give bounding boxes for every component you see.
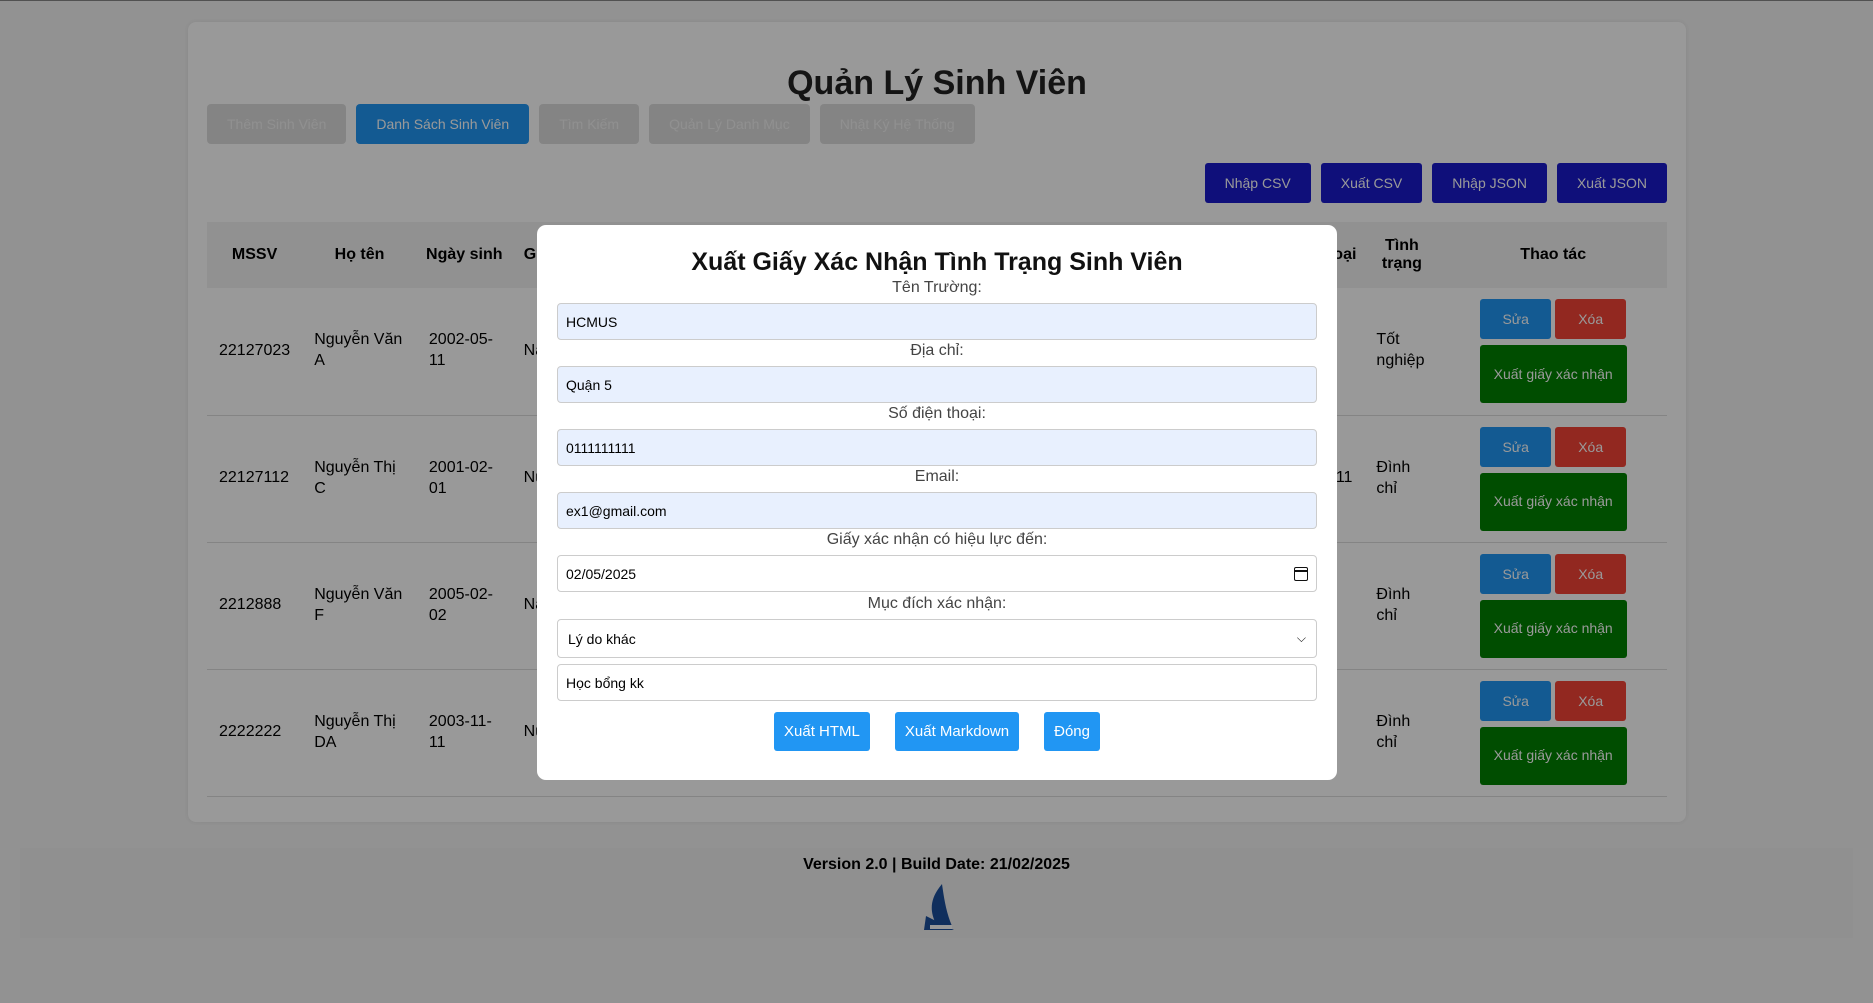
valid-until-date-input[interactable]: 02/05/2025 (557, 555, 1317, 592)
address-input[interactable]: Quận 5 (557, 366, 1317, 403)
purpose-selected-value: Lý do khác (568, 630, 636, 647)
phone-input[interactable]: 0111111111 (557, 429, 1317, 466)
purpose-label: Mục đích xác nhận: (867, 595, 1007, 612)
certificate-modal: Xuất Giấy Xác Nhận Tình Trạng Sinh Viên … (537, 225, 1337, 780)
purpose-other-input[interactable]: Học bổng kk (557, 664, 1317, 701)
school-name-input[interactable]: HCMUS (557, 303, 1317, 340)
valid-until-label: Giấy xác nhận có hiệu lực đến: (826, 531, 1048, 548)
export-markdown-button[interactable]: Xuất Markdown (894, 712, 1020, 751)
modal-actions: Xuất HTML Xuất Markdown Đóng (537, 712, 1337, 751)
modal-title: Xuất Giấy Xác Nhận Tình Trạng Sinh Viên (691, 248, 1183, 276)
calendar-icon[interactable] (1294, 566, 1308, 581)
email-input[interactable]: ex1@gmail.com (557, 492, 1317, 529)
email-label: Email: (914, 468, 960, 485)
phone-label: Số điện thoại: (888, 405, 986, 422)
export-html-button[interactable]: Xuất HTML (774, 712, 870, 751)
chevron-down-icon: ⌵ (1296, 631, 1306, 645)
school-name-label: Tên Trường: (892, 279, 982, 296)
purpose-select[interactable]: Lý do khác ⌵ (557, 619, 1317, 658)
valid-until-value: 02/05/2025 (566, 565, 637, 582)
close-button[interactable]: Đóng (1044, 712, 1100, 751)
address-label: Địa chỉ: (910, 342, 964, 359)
